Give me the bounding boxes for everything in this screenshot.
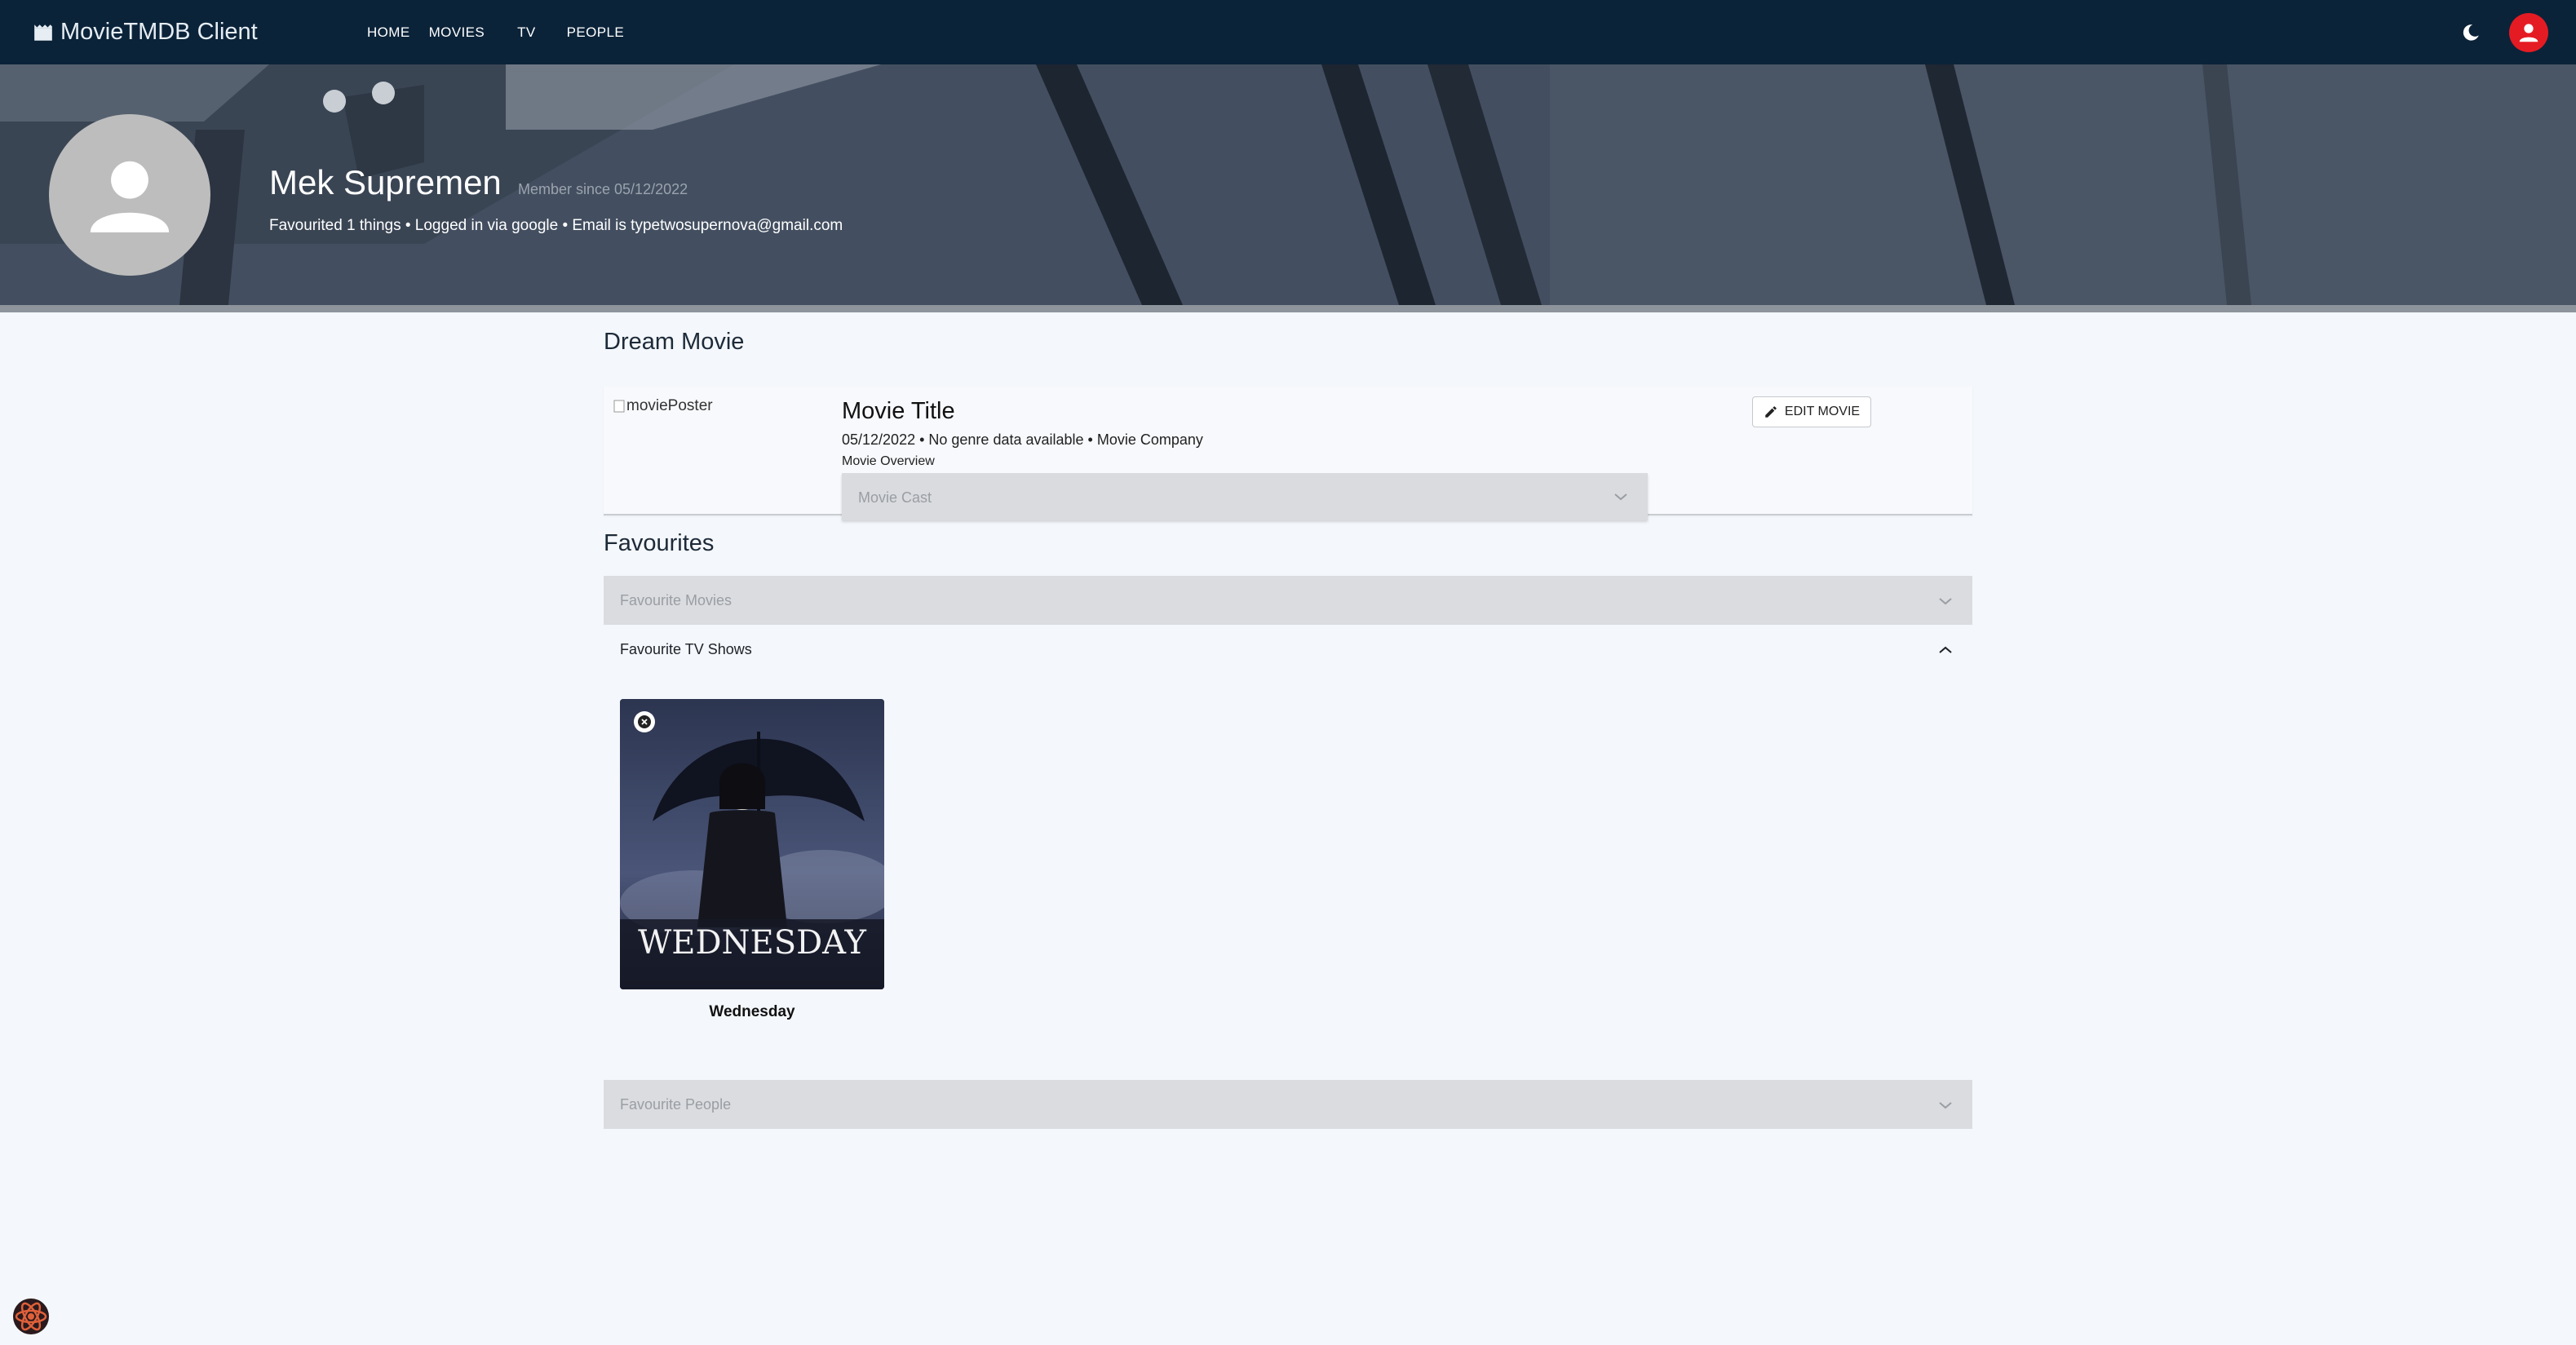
favourite-tv-label: Favourite TV Shows — [620, 641, 752, 657]
member-since: Member since 05/12/2022 — [518, 181, 688, 197]
nav-movies[interactable]: MOVIES — [429, 24, 485, 41]
movie-overview: Movie Overview — [842, 454, 935, 468]
movie-cast-label: Movie Cast — [858, 489, 932, 506]
edit-movie-button[interactable]: EDIT MOVIE — [1752, 396, 1871, 427]
close-icon — [638, 715, 651, 728]
favourite-people-label: Favourite People — [620, 1096, 732, 1113]
chevron-down-icon — [1939, 598, 1952, 605]
tv-show-poster-title: WEDNESDAY — [638, 924, 866, 962]
banner-divider — [0, 305, 2576, 312]
nav-links: HOME MOVIES TV PEOPLE — [367, 0, 624, 64]
movie-poster: moviePoster — [613, 397, 713, 415]
nav-actions — [2460, 0, 2548, 64]
moon-icon[interactable] — [2460, 22, 2481, 43]
react-devtools-icon[interactable] — [11, 1297, 51, 1336]
chevron-down-icon — [1939, 1102, 1952, 1109]
favourite-people-accordion[interactable]: Favourite People — [604, 1080, 1972, 1129]
edit-movie-label: EDIT MOVIE — [1784, 405, 1861, 418]
chevron-up-icon — [1939, 646, 1952, 653]
tv-show-poster: WEDNESDAY — [620, 699, 884, 989]
account-icon — [2519, 23, 2538, 42]
movie-poster-alt: moviePoster — [626, 397, 713, 414]
movie-cast-accordion[interactable]: Movie Cast — [842, 473, 1648, 520]
tv-show-name[interactable]: Wednesday — [620, 1003, 884, 1021]
movie-meta: 05/12/2022 • No genre data available • M… — [842, 431, 1203, 448]
favourite-movies-label: Favourite Movies — [620, 592, 733, 608]
movie-title: Movie Title — [842, 398, 955, 424]
broken-image-icon — [613, 400, 625, 413]
brand[interactable]: MovieTMDB Client — [33, 0, 258, 64]
top-navbar: MovieTMDB Client HOME MOVIES TV PEOPLE — [0, 0, 2576, 64]
dream-movie-heading: Dream Movie — [604, 329, 745, 355]
profile-avatar — [49, 114, 210, 276]
nav-home[interactable]: HOME — [367, 24, 410, 41]
account-button[interactable] — [2509, 12, 2548, 52]
remove-favourite-button[interactable] — [634, 711, 655, 732]
person-icon — [90, 161, 170, 232]
favourite-tv-accordion[interactable]: Favourite TV Shows — [604, 625, 1972, 674]
clapperboard-icon — [34, 24, 52, 41]
nav-tv[interactable]: TV — [517, 24, 536, 41]
chevron-down-icon — [1614, 493, 1627, 501]
pencil-icon — [1765, 406, 1777, 418]
favourite-movies-accordion[interactable]: Favourite Movies — [604, 576, 1972, 625]
app-title: MovieTMDB Client — [60, 19, 258, 45]
tv-show-card[interactable]: WEDNESDAY — [620, 699, 884, 989]
favourites-heading: Favourites — [604, 530, 715, 556]
profile-name: Mek Supremen — [269, 163, 502, 201]
nav-people[interactable]: PEOPLE — [567, 24, 624, 41]
profile-info: Favourited 1 things • Logged in via goog… — [269, 217, 843, 234]
